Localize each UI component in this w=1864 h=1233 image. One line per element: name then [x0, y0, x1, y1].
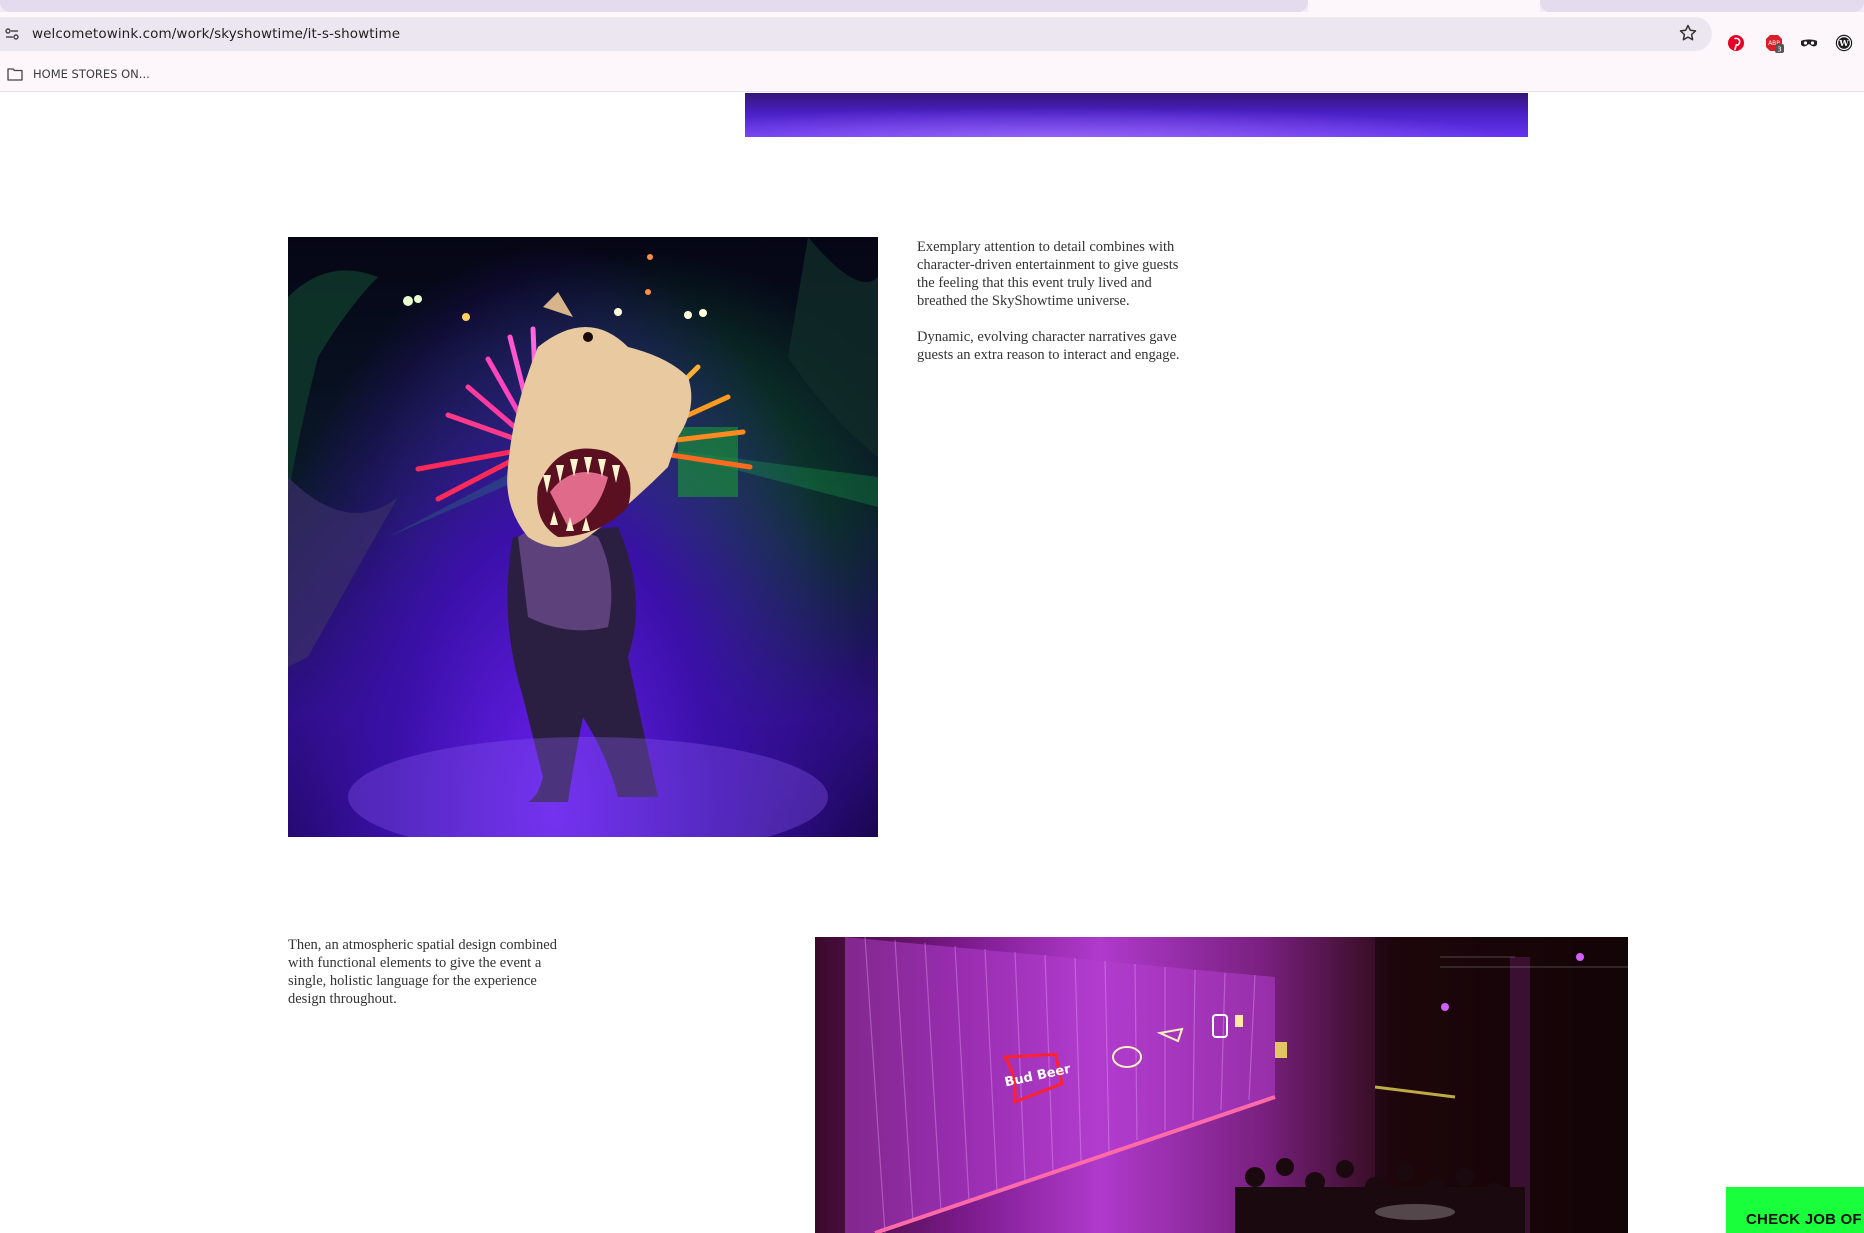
- folder-icon: [7, 68, 23, 81]
- dinosaur-photo: [288, 237, 878, 837]
- text-block-spatial: Then, an atmospheric spatial design comb…: [288, 936, 578, 1008]
- wordpress-icon[interactable]: W: [1834, 33, 1854, 53]
- page-viewport: Exemplary attention to detail combines w…: [0, 93, 1864, 1233]
- gallery-image-top: [745, 93, 1528, 137]
- bookmark-folder[interactable]: HOME STORES ON...: [7, 65, 150, 83]
- star-icon[interactable]: [1678, 23, 1698, 43]
- bar-photo: Bud Beer: [815, 937, 1628, 1233]
- tune-icon[interactable]: [5, 27, 19, 41]
- svg-text:W: W: [1838, 39, 1849, 49]
- tab-inactive[interactable]: [0, 0, 1308, 12]
- paragraph: Then, an atmospheric spatial design comb…: [288, 937, 557, 1007]
- browser-toolbar: welcometowink.com/work/skyshowtime/it-s-…: [0, 12, 1864, 56]
- check-job-button[interactable]: CHECK JOB OF: [1726, 1187, 1864, 1233]
- extension-badge: 3: [1777, 45, 1781, 53]
- paragraph: Dynamic, evolving character narratives g…: [917, 329, 1180, 363]
- text-block-detail: Exemplary attention to detail combines w…: [917, 238, 1197, 364]
- paragraph: Exemplary attention to detail combines w…: [917, 239, 1179, 309]
- bookmarks-bar: HOME STORES ON...: [0, 56, 1864, 92]
- tab-active[interactable]: [1308, 0, 1540, 12]
- tab-inactive[interactable]: [1540, 0, 1864, 12]
- tab-strip: [0, 0, 1864, 12]
- mask-icon[interactable]: [1799, 33, 1819, 53]
- address-bar[interactable]: welcometowink.com/work/skyshowtime/it-s-…: [0, 17, 1712, 51]
- pinterest-icon[interactable]: [1726, 33, 1746, 53]
- bookmark-label: HOME STORES ON...: [33, 67, 150, 81]
- url-text[interactable]: welcometowink.com/work/skyshowtime/it-s-…: [32, 26, 400, 42]
- adblock-icon[interactable]: ABP 3: [1764, 33, 1784, 53]
